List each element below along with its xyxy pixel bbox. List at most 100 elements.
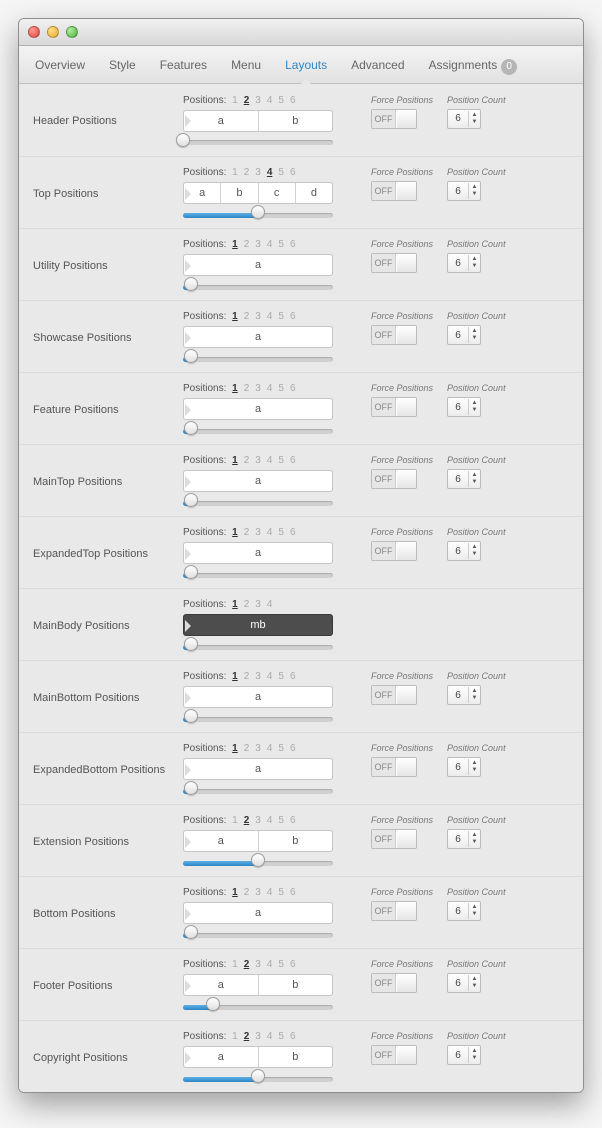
position-count-stepper[interactable]: 6▲▼ [447, 685, 481, 705]
slider-knob[interactable] [184, 709, 198, 723]
position-count-stepper[interactable]: 6▲▼ [447, 901, 481, 921]
stepper-arrows-icon[interactable]: ▲▼ [468, 255, 480, 271]
stepper-arrows-icon[interactable]: ▲▼ [468, 471, 480, 487]
position-count-stepper[interactable]: 6▲▼ [447, 181, 481, 201]
slider-knob[interactable] [184, 277, 198, 291]
positions-selector[interactable]: Positions: 123456 [183, 1031, 353, 1042]
width-slider[interactable] [183, 498, 333, 508]
tab-overview[interactable]: Overview [23, 46, 97, 84]
width-slider[interactable] [183, 930, 333, 940]
position-cells[interactable]: ab [183, 830, 333, 852]
position-cell[interactable]: a [184, 471, 332, 491]
force-positions-toggle[interactable]: OFF [371, 973, 417, 993]
stepper-arrows-icon[interactable]: ▲▼ [468, 1047, 480, 1063]
tab-assignments[interactable]: Assignments0 [417, 46, 530, 84]
position-cells[interactable]: mb [183, 614, 333, 636]
force-positions-toggle[interactable]: OFF [371, 541, 417, 561]
position-cells[interactable]: ab [183, 1046, 333, 1068]
stepper-arrows-icon[interactable]: ▲▼ [468, 903, 480, 919]
position-count-stepper[interactable]: 6▲▼ [447, 325, 481, 345]
position-cells[interactable]: a [183, 902, 333, 924]
position-count-stepper[interactable]: 6▲▼ [447, 469, 481, 489]
position-cells[interactable]: a [183, 470, 333, 492]
close-icon[interactable] [28, 26, 40, 38]
position-cell[interactable]: a [184, 255, 332, 275]
slider-knob[interactable] [176, 133, 190, 147]
width-slider[interactable] [183, 714, 333, 724]
position-cells[interactable]: a [183, 758, 333, 780]
zoom-icon[interactable] [66, 26, 78, 38]
positions-selector[interactable]: Positions: 123456 [183, 743, 353, 754]
positions-selector[interactable]: Positions: 123456 [183, 95, 353, 106]
width-slider[interactable] [183, 354, 333, 364]
position-cell[interactable]: b [259, 111, 333, 131]
slider-knob[interactable] [184, 421, 198, 435]
position-count-stepper[interactable]: 6▲▼ [447, 829, 481, 849]
slider-knob[interactable] [184, 925, 198, 939]
position-cells[interactable]: a [183, 686, 333, 708]
position-cell[interactable]: a [184, 399, 332, 419]
width-slider[interactable] [183, 426, 333, 436]
tab-features[interactable]: Features [148, 46, 219, 84]
slider-knob[interactable] [184, 565, 198, 579]
positions-selector[interactable]: Positions: 123456 [183, 887, 353, 898]
stepper-arrows-icon[interactable]: ▲▼ [468, 327, 480, 343]
positions-selector[interactable]: Positions: 123456 [183, 311, 353, 322]
width-slider[interactable] [183, 282, 333, 292]
positions-selector[interactable]: Positions: 123456 [183, 239, 353, 250]
slider-knob[interactable] [184, 781, 198, 795]
positions-selector[interactable]: Positions: 123456 [183, 167, 353, 178]
position-count-stepper[interactable]: 6▲▼ [447, 757, 481, 777]
position-cell[interactable]: b [259, 1047, 333, 1067]
stepper-arrows-icon[interactable]: ▲▼ [468, 543, 480, 559]
position-cells[interactable]: a [183, 254, 333, 276]
position-cell[interactable]: a [184, 327, 332, 347]
position-count-stepper[interactable]: 6▲▼ [447, 253, 481, 273]
tab-advanced[interactable]: Advanced [339, 46, 416, 84]
position-count-stepper[interactable]: 6▲▼ [447, 541, 481, 561]
force-positions-toggle[interactable]: OFF [371, 1045, 417, 1065]
stepper-arrows-icon[interactable]: ▲▼ [468, 687, 480, 703]
position-count-stepper[interactable]: 6▲▼ [447, 1045, 481, 1065]
width-slider[interactable] [183, 642, 333, 652]
width-slider[interactable] [183, 786, 333, 796]
position-count-stepper[interactable]: 6▲▼ [447, 397, 481, 417]
slider-knob[interactable] [251, 1069, 265, 1083]
slider-knob[interactable] [184, 637, 198, 651]
position-cell[interactable]: a [184, 1047, 259, 1067]
position-cell[interactable]: a [184, 687, 332, 707]
slider-knob[interactable] [184, 349, 198, 363]
position-cell[interactable]: a [184, 543, 332, 563]
force-positions-toggle[interactable]: OFF [371, 253, 417, 273]
tab-style[interactable]: Style [97, 46, 148, 84]
force-positions-toggle[interactable]: OFF [371, 757, 417, 777]
force-positions-toggle[interactable]: OFF [371, 325, 417, 345]
position-cells[interactable]: abcd [183, 182, 333, 204]
force-positions-toggle[interactable]: OFF [371, 901, 417, 921]
positions-selector[interactable]: Positions: 1234 [183, 599, 353, 610]
stepper-arrows-icon[interactable]: ▲▼ [468, 111, 480, 127]
position-cell[interactable]: a [184, 975, 259, 995]
slider-knob[interactable] [184, 493, 198, 507]
stepper-arrows-icon[interactable]: ▲▼ [468, 759, 480, 775]
force-positions-toggle[interactable]: OFF [371, 397, 417, 417]
force-positions-toggle[interactable]: OFF [371, 829, 417, 849]
force-positions-toggle[interactable]: OFF [371, 469, 417, 489]
stepper-arrows-icon[interactable]: ▲▼ [468, 399, 480, 415]
position-cell[interactable]: b [259, 831, 333, 851]
stepper-arrows-icon[interactable]: ▲▼ [468, 975, 480, 991]
position-count-stepper[interactable]: 6▲▼ [447, 109, 481, 129]
position-cell[interactable]: b [221, 183, 258, 203]
position-cell[interactable]: a [184, 111, 259, 131]
force-positions-toggle[interactable]: OFF [371, 685, 417, 705]
slider-knob[interactable] [251, 205, 265, 219]
position-cells[interactable]: a [183, 542, 333, 564]
stepper-arrows-icon[interactable]: ▲▼ [468, 831, 480, 847]
force-positions-toggle[interactable]: OFF [371, 109, 417, 129]
width-slider[interactable] [183, 1002, 333, 1012]
width-slider[interactable] [183, 138, 333, 148]
position-cells[interactable]: a [183, 326, 333, 348]
minimize-icon[interactable] [47, 26, 59, 38]
width-slider[interactable] [183, 858, 333, 868]
positions-selector[interactable]: Positions: 123456 [183, 959, 353, 970]
